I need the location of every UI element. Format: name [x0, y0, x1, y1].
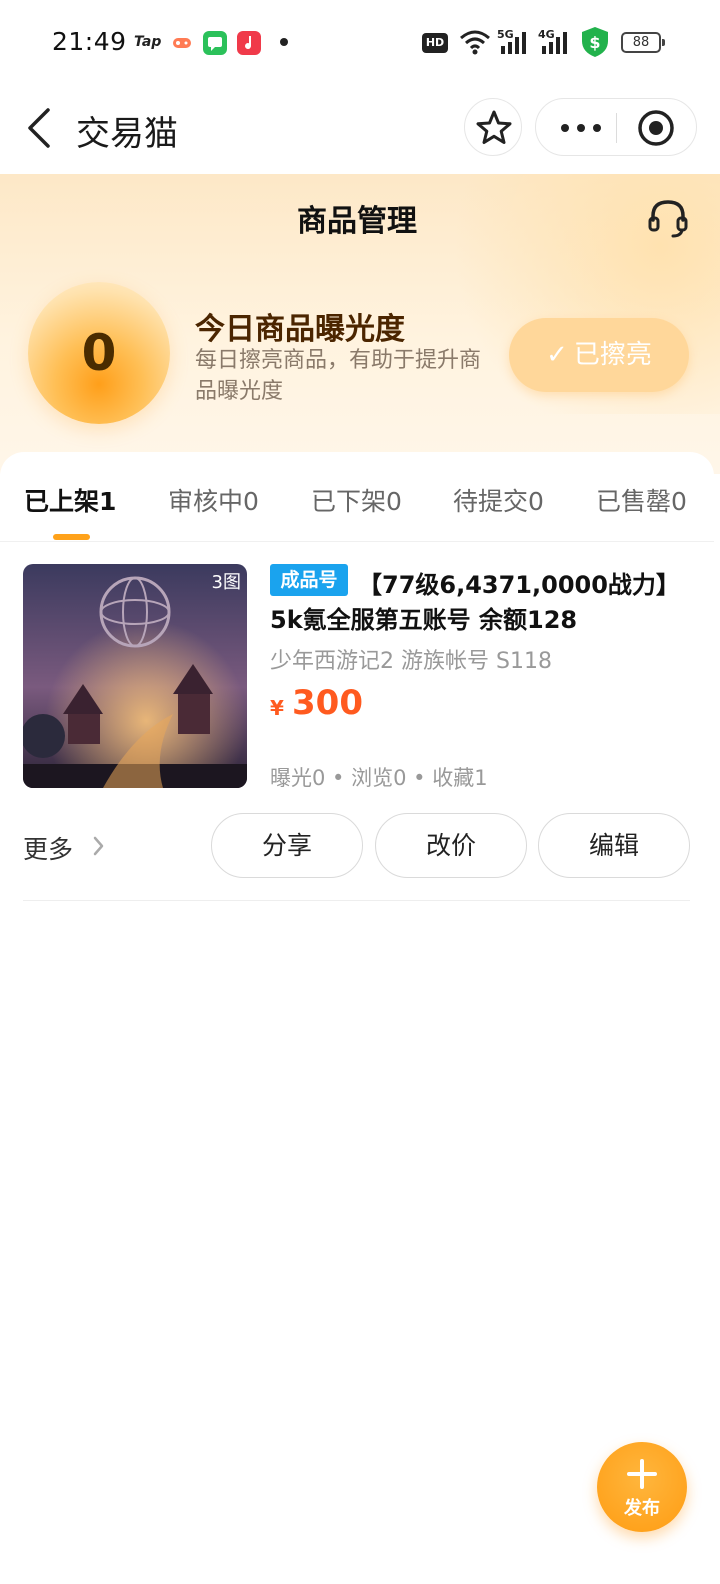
exposure-hero: 商品管理 0 今日商品曝光度 每日擦亮商品，有助于提升商品曝光度 ✓ 已擦亮: [0, 174, 720, 474]
product-price: 300: [292, 683, 363, 723]
exposure-title: 今日商品曝光度: [195, 312, 405, 347]
exposure-description: 每日擦亮商品，有助于提升商品曝光度: [195, 348, 482, 404]
publish-button[interactable]: 发布: [597, 1442, 687, 1532]
chevron-right-icon: [92, 833, 106, 859]
wifi-icon: [459, 28, 491, 56]
tab-delisted[interactable]: 已下架0: [311, 482, 402, 518]
signal-5g-icon: 5G: [497, 28, 531, 56]
product-meta: 少年西游记2 游族帐号 S118: [270, 649, 552, 674]
game-app-icon: [170, 31, 194, 55]
product-title-line-1[interactable]: 【77级6,4371,0000战力】: [358, 565, 680, 600]
more-options-button[interactable]: [536, 99, 616, 157]
message-app-icon: [203, 31, 227, 55]
check-icon: ✓: [546, 340, 568, 370]
tab-sold-out[interactable]: 已售罄0: [596, 482, 687, 518]
customer-service-headset-icon[interactable]: [645, 194, 691, 240]
edit-button[interactable]: 编辑: [538, 813, 690, 878]
close-mini-program-button[interactable]: [617, 99, 697, 157]
plus-icon: [627, 1459, 657, 1489]
tab-pending-submit[interactable]: 待提交0: [453, 482, 544, 518]
ellipsis-icon: [561, 124, 601, 132]
active-tab-indicator: [53, 534, 90, 540]
game-scene-image: [23, 564, 247, 788]
svg-text:$: $: [589, 33, 600, 52]
music-app-icon: [237, 31, 261, 55]
exposure-score: 0: [81, 324, 117, 382]
security-shield-icon: $: [581, 26, 609, 57]
hd-voice-icon: HD: [422, 33, 448, 53]
status-bar: 21:49 Tap HD 5G 4G $ 88: [0, 0, 720, 86]
image-count-badge: 3图: [211, 572, 241, 593]
back-arrow-icon[interactable]: [22, 106, 62, 150]
share-button[interactable]: 分享: [211, 813, 363, 878]
app-title: 交易猫: [76, 114, 178, 154]
product-type-tag: 成品号: [270, 564, 348, 596]
status-tabs: 已上架1 审核中0 已下架0 待提交0 已售罄0: [0, 452, 714, 542]
price-currency: ¥: [270, 696, 284, 720]
mini-program-capsule: [535, 98, 697, 156]
status-time: 21:49: [52, 27, 127, 56]
app-title-bar: 交易猫: [0, 86, 720, 174]
polished-button[interactable]: ✓ 已擦亮: [509, 318, 689, 392]
favorite-button[interactable]: [464, 98, 522, 156]
tab-listed[interactable]: 已上架1: [24, 482, 116, 518]
publish-label: 发布: [624, 1498, 660, 1519]
product-title-line-2[interactable]: 5k氪全服第五账号 余额128: [270, 600, 577, 635]
product-stats: 曝光0 • 浏览0 • 收藏1: [270, 766, 488, 790]
polished-button-label: 已擦亮: [573, 340, 652, 370]
page-title: 商品管理: [297, 204, 417, 239]
list-divider: [23, 900, 690, 901]
battery-icon: 88: [621, 32, 665, 53]
product-thumbnail[interactable]: 3图: [23, 564, 247, 788]
notification-dot-icon: [280, 38, 288, 46]
star-icon: [476, 110, 512, 144]
tab-under-review[interactable]: 审核中0: [168, 482, 259, 518]
tabs-divider: [0, 541, 714, 542]
exposure-score-ball: 0: [28, 282, 170, 424]
more-button[interactable]: 更多: [23, 830, 73, 866]
signal-4g-icon: 4G: [538, 28, 572, 56]
reprice-button[interactable]: 改价: [375, 813, 527, 878]
taptap-icon: Tap: [134, 34, 162, 50]
target-close-icon: [638, 110, 674, 146]
